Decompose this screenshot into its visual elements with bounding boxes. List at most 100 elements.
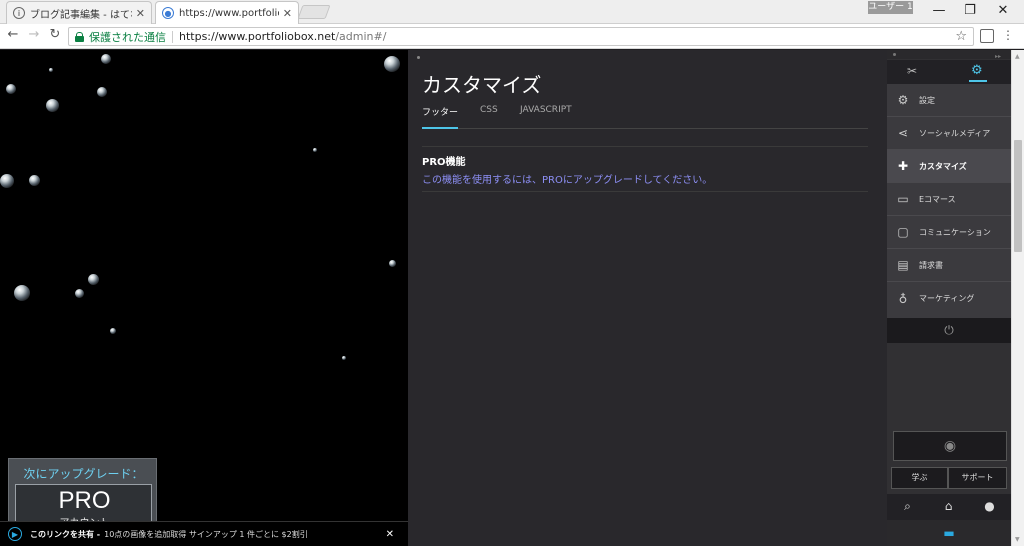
support-button[interactable]: サポート bbox=[948, 467, 1007, 489]
scrollbar-thumb[interactable] bbox=[1014, 140, 1022, 252]
editor-panel: カスタマイズ フッター CSS JAVASCRIPT PRO機能 この機能を使用… bbox=[408, 50, 887, 546]
share-icon: ⋖ bbox=[897, 126, 909, 140]
globe-icon[interactable]: ● bbox=[969, 499, 1010, 513]
share-close-icon[interactable]: ✕ bbox=[386, 529, 394, 540]
bubble bbox=[313, 148, 317, 152]
bubble bbox=[101, 54, 111, 64]
sidebar-item-label: 請求書 bbox=[919, 260, 943, 270]
sidebar-handle: ▸▸ bbox=[887, 50, 1011, 60]
basket-icon[interactable]: ⌂ bbox=[928, 499, 969, 513]
browser-menu-icon[interactable]: ⋮ bbox=[1002, 28, 1014, 42]
share-link-bar[interactable]: ▶ このリンクを共有 - 10点の画像を追加取得 サインアップ 1 件ごとに $… bbox=[0, 521, 408, 546]
sidebar-item-marketing[interactable]: ♁ マーケティング bbox=[887, 282, 1011, 315]
gear-icon[interactable]: ⚙ bbox=[971, 63, 983, 78]
share-arrow-icon[interactable]: ▶ bbox=[8, 527, 22, 541]
separator bbox=[172, 30, 173, 43]
sidebar-item-label: コミュニケーション bbox=[919, 227, 991, 237]
sidebar-item-label: マーケティング bbox=[919, 294, 975, 303]
bubble bbox=[110, 328, 116, 334]
sidebar-icon-bar: ✂ ⚙ bbox=[887, 60, 1011, 84]
minimize-button[interactable]: — bbox=[924, 3, 954, 18]
url-host: https://www.portfoliobox.net bbox=[179, 30, 336, 43]
lightbulb-icon: ♁ bbox=[898, 291, 908, 306]
preview-eye-button[interactable]: ◉ bbox=[893, 431, 1007, 461]
lock-icon bbox=[75, 31, 84, 42]
panel-handle-dot bbox=[417, 56, 420, 59]
site-preview: 次にアップグレード： PRO アカウント bbox=[0, 50, 408, 546]
user-badge[interactable]: ユーザー 1 bbox=[868, 1, 913, 14]
sidebar-item-communication[interactable]: ▢ コミュニケーション bbox=[887, 216, 1011, 249]
bubble bbox=[46, 99, 59, 112]
globe-icon: ● bbox=[162, 7, 174, 19]
puzzle-icon: ✚ bbox=[897, 159, 909, 173]
info-icon: i bbox=[13, 7, 25, 19]
address-bar[interactable]: 保護された通信 https://www.portfoliobox.net /ad… bbox=[68, 27, 974, 46]
scrollbar[interactable]: ▲ ▼ bbox=[1011, 50, 1024, 546]
eye-icon: ◉ bbox=[943, 438, 957, 454]
bubble bbox=[342, 356, 346, 360]
divider bbox=[422, 191, 868, 192]
tab-close-icon[interactable]: ✕ bbox=[283, 7, 292, 20]
close-window-button[interactable]: ✕ bbox=[988, 3, 1018, 18]
bubble bbox=[389, 260, 396, 267]
power-icon[interactable]: ⏻ bbox=[887, 318, 1011, 343]
handle-dot bbox=[893, 53, 896, 56]
chat-icon[interactable]: ▬ bbox=[887, 520, 1011, 546]
share-link-text: 10点の画像を追加取得 サインアップ 1 件ごとに $2割引 bbox=[104, 529, 308, 539]
sidebar-item-invoice[interactable]: ▤ 請求書 bbox=[887, 249, 1011, 282]
admin-sidebar: ▸▸ ✂ ⚙ ⚙ 設定 ⋖ ソーシャルメディア ✚ カスタマイズ ▭ Eコマース… bbox=[887, 50, 1011, 546]
pro-label-big: PRO bbox=[58, 487, 111, 514]
bubble bbox=[0, 174, 14, 188]
collapse-icon[interactable]: ▸▸ bbox=[995, 53, 1001, 60]
bubble bbox=[97, 87, 107, 97]
sidebar-item-ecommerce[interactable]: ▭ Eコマース bbox=[887, 183, 1011, 216]
pro-feature-label: PRO機能 bbox=[422, 157, 466, 168]
tab-footer[interactable]: フッター bbox=[422, 105, 458, 118]
chat-icon: ▢ bbox=[897, 225, 909, 239]
bookmark-star-icon[interactable]: ☆ bbox=[955, 29, 967, 44]
tab-javascript[interactable]: JAVASCRIPT bbox=[520, 105, 572, 115]
pro-upgrade-link[interactable]: この機能を使用するには、PROにアップグレードしてください。 bbox=[422, 171, 712, 186]
tab-title: ブログ記事編集 - はてなブロ bbox=[30, 9, 132, 21]
upgrade-title: 次にアップグレード： bbox=[23, 467, 144, 481]
back-button[interactable]: ← bbox=[3, 27, 23, 42]
bubble bbox=[29, 175, 40, 186]
url-path: /admin#/ bbox=[335, 30, 387, 43]
sidebar-menu: ⚙ 設定 ⋖ ソーシャルメディア ✚ カスタマイズ ▭ Eコマース ▢ コミュニ… bbox=[887, 84, 1011, 318]
extension-icon[interactable] bbox=[980, 29, 994, 43]
learn-button[interactable]: 学ぶ bbox=[891, 467, 948, 489]
sidebar-item-settings[interactable]: ⚙ 設定 bbox=[887, 84, 1011, 117]
reload-button[interactable]: ↻ bbox=[45, 27, 65, 42]
secure-label: 保護された通信 bbox=[89, 30, 166, 44]
tools-icon[interactable]: ✂ bbox=[907, 64, 917, 78]
browser-tab-bar: i ブログ記事編集 - はてなブロ ✕ ● https://www.portfo… bbox=[0, 0, 1024, 24]
tab-title: https://www.portfoliobox bbox=[179, 7, 279, 19]
bubble bbox=[75, 289, 84, 298]
browser-tab-portfoliobox[interactable]: ● https://www.portfoliobox ✕ bbox=[155, 1, 299, 24]
divider bbox=[422, 128, 868, 129]
search-icon[interactable]: ⌕ bbox=[887, 499, 928, 514]
active-tab-indicator bbox=[422, 127, 458, 129]
scroll-up-arrow-icon[interactable]: ▲ bbox=[1015, 53, 1020, 60]
sidebar-item-label: ソーシャルメディア bbox=[919, 128, 991, 138]
active-icon-indicator bbox=[969, 80, 987, 82]
sidebar-item-social-media[interactable]: ⋖ ソーシャルメディア bbox=[887, 117, 1011, 150]
maximize-button[interactable]: ❐ bbox=[955, 3, 985, 18]
invoice-icon: ▤ bbox=[897, 258, 909, 272]
tab-css[interactable]: CSS bbox=[480, 105, 498, 115]
sidebar-item-label: Eコマース bbox=[919, 194, 956, 204]
credit-card-icon: ▭ bbox=[897, 192, 909, 206]
sidebar-bottom-bar: ⌕ ⌂ ● bbox=[887, 494, 1011, 520]
divider bbox=[422, 146, 868, 147]
page-title: カスタマイズ bbox=[422, 73, 542, 97]
browser-tab-blog[interactable]: i ブログ記事編集 - はてなブロ ✕ bbox=[6, 1, 152, 24]
sidebar-item-customize[interactable]: ✚ カスタマイズ bbox=[887, 150, 1011, 183]
address-row: ← → ↻ 保護された通信 https://www.portfoliobox.n… bbox=[0, 24, 1024, 49]
bubble bbox=[384, 56, 400, 72]
tab-close-icon[interactable]: ✕ bbox=[136, 7, 145, 20]
new-tab-button[interactable] bbox=[297, 5, 331, 19]
scroll-down-arrow-icon[interactable]: ▼ bbox=[1015, 536, 1020, 543]
forward-button[interactable]: → bbox=[24, 27, 44, 42]
share-link-title: このリンクを共有 - bbox=[30, 529, 101, 539]
sidebar-item-label: 設定 bbox=[919, 95, 935, 105]
